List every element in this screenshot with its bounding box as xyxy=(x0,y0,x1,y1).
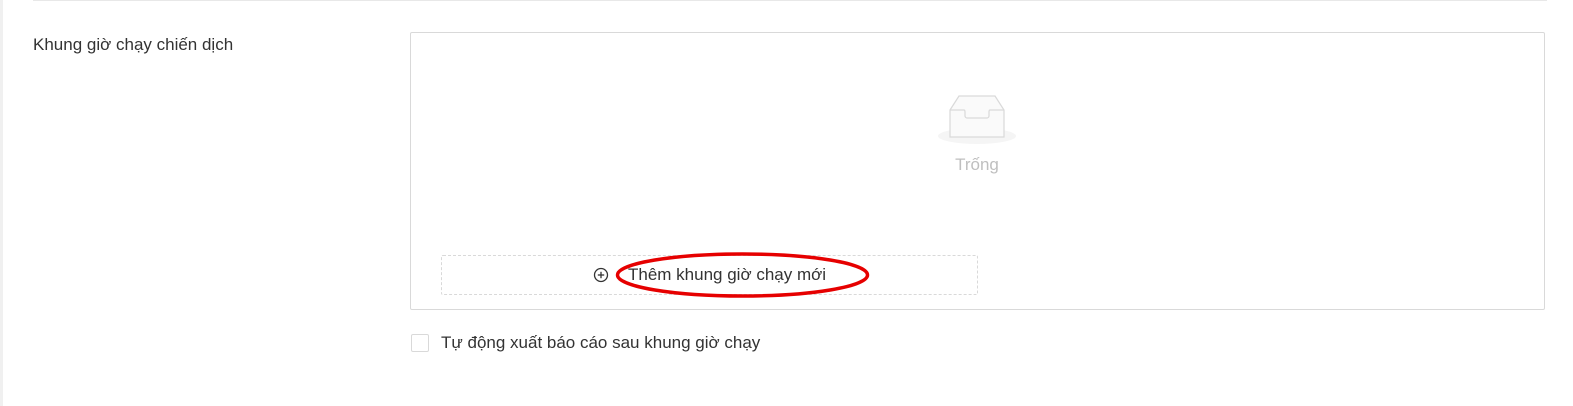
add-schedule-label: Thêm khung giờ chạy mới xyxy=(628,265,827,284)
auto-report-checkbox[interactable] xyxy=(411,334,429,352)
auto-report-label: Tự động xuất báo cáo sau khung giờ chạy xyxy=(441,333,761,352)
plus-circle-icon xyxy=(593,267,609,283)
add-schedule-button[interactable]: Thêm khung giờ chạy mới xyxy=(441,252,978,298)
form-panel: Khung giờ chạy chiến dịch Trống Thêm khu… xyxy=(3,0,1573,406)
schedule-list-box: Trống Thêm khung giờ chạy mới xyxy=(410,32,1545,310)
empty-inbox-icon xyxy=(938,95,1016,144)
empty-state-text: Trống xyxy=(955,155,999,174)
section-divider xyxy=(33,0,1547,1)
schedule-field-label: Khung giờ chạy chiến dịch xyxy=(33,35,234,54)
